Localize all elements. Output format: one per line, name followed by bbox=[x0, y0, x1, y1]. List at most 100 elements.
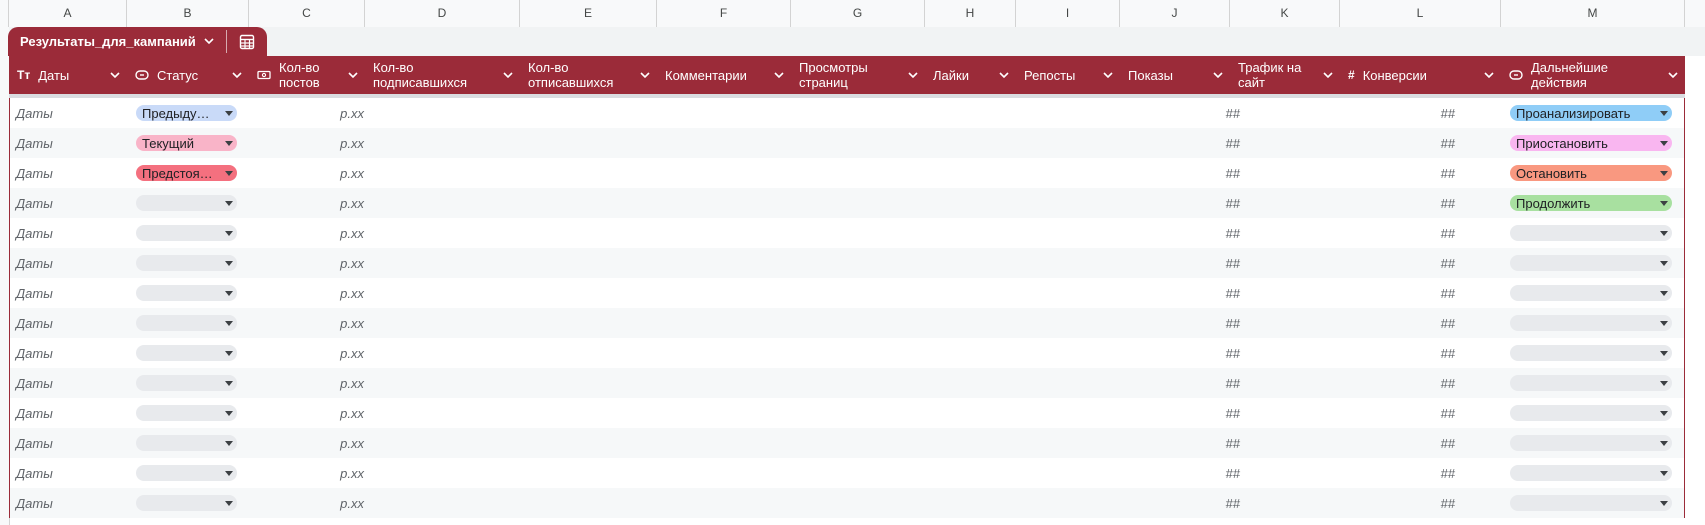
select-all-corner[interactable] bbox=[0, 0, 9, 27]
status-chip[interactable] bbox=[136, 195, 237, 211]
chevron-down-icon[interactable] bbox=[1484, 71, 1494, 79]
action-chip[interactable] bbox=[1510, 285, 1672, 301]
action-chip[interactable] bbox=[1510, 495, 1672, 511]
status-cell[interactable] bbox=[136, 458, 237, 488]
header-conversions[interactable]: # Конверсии bbox=[1340, 56, 1501, 94]
status-cell[interactable] bbox=[136, 488, 237, 518]
posts-cell[interactable]: р.xx bbox=[248, 248, 364, 278]
chevron-down-icon[interactable] bbox=[110, 71, 120, 79]
conversions-cell[interactable]: ## bbox=[1350, 278, 1455, 308]
column-letter-b[interactable]: B bbox=[127, 0, 249, 27]
date-cell[interactable]: Даты bbox=[16, 488, 126, 518]
traffic-cell[interactable]: ## bbox=[1130, 458, 1240, 488]
status-cell[interactable] bbox=[136, 338, 237, 368]
table-tab[interactable]: Результаты_для_кампаний bbox=[8, 27, 267, 56]
traffic-cell[interactable]: ## bbox=[1130, 188, 1240, 218]
status-chip[interactable] bbox=[136, 285, 237, 301]
posts-cell[interactable]: р.xx bbox=[248, 98, 364, 128]
posts-cell[interactable]: р.xx bbox=[248, 308, 364, 338]
chevron-down-icon[interactable] bbox=[774, 71, 784, 79]
action-cell[interactable] bbox=[1510, 218, 1672, 248]
posts-cell[interactable]: р.xx bbox=[248, 458, 364, 488]
chevron-down-icon[interactable] bbox=[348, 71, 358, 79]
action-chip[interactable] bbox=[1510, 405, 1672, 421]
status-cell[interactable]: Предыду… bbox=[136, 98, 237, 128]
action-cell[interactable] bbox=[1510, 278, 1672, 308]
header-unsubscribed[interactable]: Кол-во отписавшихся bbox=[520, 56, 657, 94]
header-impressions[interactable]: Показы bbox=[1120, 56, 1230, 94]
traffic-cell[interactable]: ## bbox=[1130, 338, 1240, 368]
conversions-cell[interactable]: ## bbox=[1350, 98, 1455, 128]
posts-cell[interactable]: р.xx bbox=[248, 128, 364, 158]
posts-cell[interactable]: р.xx bbox=[248, 158, 364, 188]
action-chip[interactable] bbox=[1510, 345, 1672, 361]
action-cell[interactable] bbox=[1510, 248, 1672, 278]
status-cell[interactable] bbox=[136, 398, 237, 428]
conversions-cell[interactable]: ## bbox=[1350, 428, 1455, 458]
date-cell[interactable]: Даты bbox=[16, 428, 126, 458]
header-reposts[interactable]: Репосты bbox=[1016, 56, 1120, 94]
column-letter-d[interactable]: D bbox=[365, 0, 520, 27]
status-chip[interactable] bbox=[136, 375, 237, 391]
status-chip[interactable] bbox=[136, 345, 237, 361]
status-chip[interactable]: Текущий bbox=[136, 135, 237, 151]
column-letter-i[interactable]: I bbox=[1016, 0, 1120, 27]
column-letter-l[interactable]: L bbox=[1340, 0, 1501, 27]
action-cell[interactable] bbox=[1510, 488, 1672, 518]
column-letter-h[interactable]: H bbox=[925, 0, 1016, 27]
date-cell[interactable]: Даты bbox=[16, 458, 126, 488]
status-cell[interactable] bbox=[136, 368, 237, 398]
status-chip[interactable] bbox=[136, 315, 237, 331]
action-chip[interactable] bbox=[1510, 375, 1672, 391]
column-letter-f[interactable]: F bbox=[657, 0, 791, 27]
action-cell[interactable] bbox=[1510, 338, 1672, 368]
action-chip[interactable] bbox=[1510, 435, 1672, 451]
posts-cell[interactable]: р.xx bbox=[248, 368, 364, 398]
traffic-cell[interactable]: ## bbox=[1130, 488, 1240, 518]
traffic-cell[interactable]: ## bbox=[1130, 248, 1240, 278]
column-letter-m[interactable]: M bbox=[1501, 0, 1685, 27]
action-cell[interactable]: Продолжить bbox=[1510, 188, 1672, 218]
traffic-cell[interactable]: ## bbox=[1130, 428, 1240, 458]
column-letter-g[interactable]: G bbox=[791, 0, 925, 27]
status-cell[interactable] bbox=[136, 218, 237, 248]
status-cell[interactable] bbox=[136, 188, 237, 218]
posts-cell[interactable]: р.xx bbox=[248, 188, 364, 218]
column-letter-a[interactable]: A bbox=[9, 0, 127, 27]
traffic-cell[interactable]: ## bbox=[1130, 398, 1240, 428]
action-chip[interactable] bbox=[1510, 225, 1672, 241]
conversions-cell[interactable]: ## bbox=[1350, 248, 1455, 278]
status-chip[interactable] bbox=[136, 405, 237, 421]
chevron-down-icon[interactable] bbox=[999, 71, 1009, 79]
action-cell[interactable] bbox=[1510, 428, 1672, 458]
conversions-cell[interactable]: ## bbox=[1350, 398, 1455, 428]
column-letter-e[interactable]: E bbox=[520, 0, 657, 27]
status-cell[interactable] bbox=[136, 428, 237, 458]
date-cell[interactable]: Даты bbox=[16, 128, 126, 158]
action-chip[interactable] bbox=[1510, 465, 1672, 481]
date-cell[interactable]: Даты bbox=[16, 248, 126, 278]
column-letter-k[interactable]: K bbox=[1230, 0, 1340, 27]
posts-cell[interactable]: р.xx bbox=[248, 278, 364, 308]
status-chip[interactable]: Предстоя… bbox=[136, 165, 237, 181]
traffic-cell[interactable]: ## bbox=[1130, 128, 1240, 158]
conversions-cell[interactable]: ## bbox=[1350, 308, 1455, 338]
date-cell[interactable]: Даты bbox=[16, 158, 126, 188]
date-cell[interactable]: Даты bbox=[16, 368, 126, 398]
status-chip[interactable] bbox=[136, 465, 237, 481]
action-chip[interactable] bbox=[1510, 315, 1672, 331]
header-dates[interactable]: Tт Даты bbox=[9, 56, 127, 94]
chevron-down-icon[interactable] bbox=[640, 71, 650, 79]
action-cell[interactable] bbox=[1510, 368, 1672, 398]
conversions-cell[interactable]: ## bbox=[1350, 458, 1455, 488]
status-cell[interactable] bbox=[136, 278, 237, 308]
conversions-cell[interactable]: ## bbox=[1350, 338, 1455, 368]
column-letter-c[interactable]: C bbox=[249, 0, 365, 27]
status-cell[interactable] bbox=[136, 308, 237, 338]
status-cell[interactable] bbox=[136, 248, 237, 278]
action-chip[interactable]: Остановить bbox=[1510, 165, 1672, 181]
status-chip[interactable]: Предыду… bbox=[136, 105, 237, 121]
chevron-down-icon[interactable] bbox=[1103, 71, 1113, 79]
conversions-cell[interactable]: ## bbox=[1350, 188, 1455, 218]
header-comments[interactable]: Комментарии bbox=[657, 56, 791, 94]
